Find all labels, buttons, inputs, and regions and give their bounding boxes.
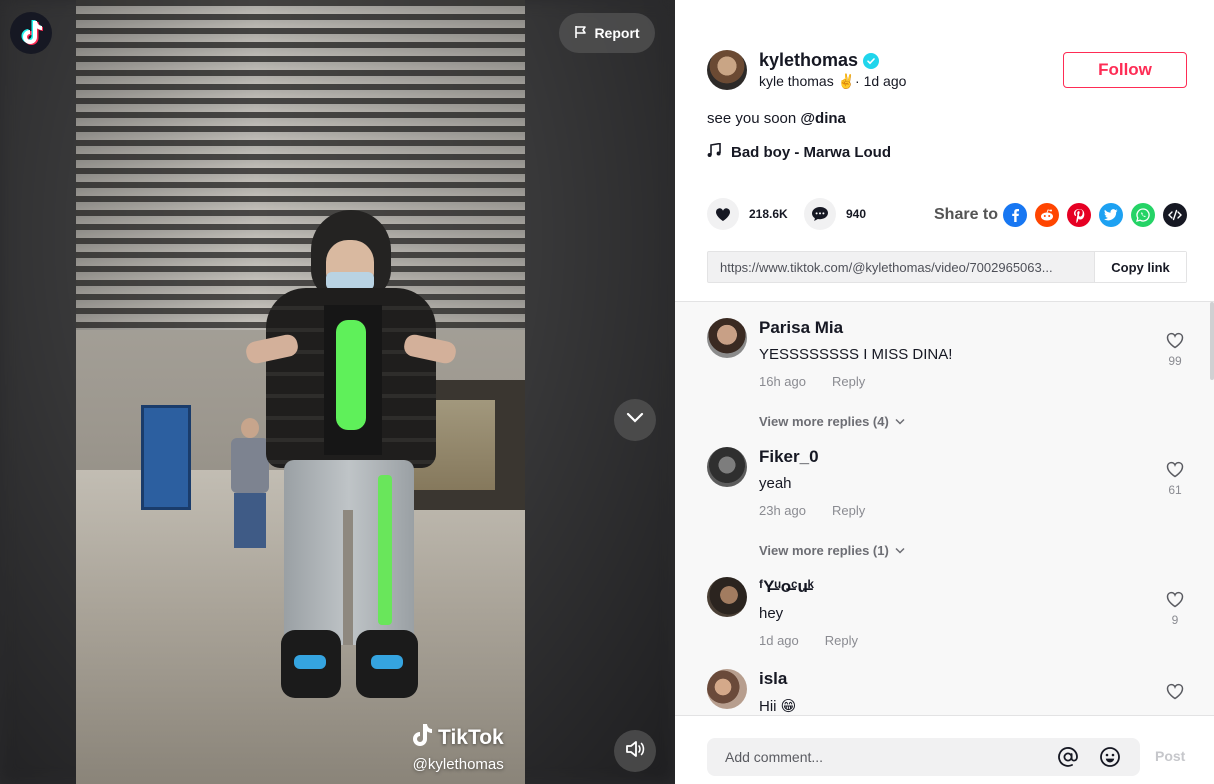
comment-time: 1d ago [759,633,799,648]
report-label: Report [594,25,640,41]
commenter-name[interactable]: Parisa Mia [759,318,843,338]
chevron-down-icon [895,547,905,554]
copy-link-button[interactable]: Copy link [1094,252,1186,282]
heart-outline-icon [1166,461,1184,478]
comment-text: YESSSSSSSS I MISS DINA! [759,346,953,363]
share-link-url[interactable]: https://www.tiktok.com/@kylethomas/video… [708,260,1094,275]
comment-like-button[interactable]: 61 [1163,461,1187,497]
view-more-label: View more replies (4) [759,414,889,429]
video-caption: see you soon @dina [707,110,846,127]
emoji-icon[interactable] [1098,745,1122,769]
flag-icon [574,25,588,42]
comment-text: hey [759,605,784,622]
comment-list-scrollbar[interactable] [1210,302,1214,380]
music-title: Bad boy - Marwa Loud [731,144,892,161]
comment-meta: 1d ago Reply [759,633,858,648]
comment-count: 940 [846,207,867,221]
post-comment-button[interactable]: Post [1155,748,1185,764]
comment-composer: Post [675,715,1214,784]
heart-outline-icon [1166,332,1184,349]
volume-button[interactable] [614,730,656,772]
author-emoji: ✌️ [837,73,856,89]
author-subline: kyle thomas ✌️· 1d ago [759,73,906,90]
whatsapp-icon[interactable] [1131,203,1155,227]
mention-at-icon[interactable] [1056,745,1080,769]
caption-mention-link[interactable]: @dina [800,110,845,127]
reply-button[interactable]: Reply [825,633,858,648]
music-link[interactable]: Bad boy - Marwa Loud [707,142,892,162]
view-more-replies-button[interactable]: View more replies (4) [759,414,905,429]
comment-like-count: 9 [1171,613,1179,627]
commenter-name[interactable]: ᶠY̶ᵘo̶ᶜu̶ᵏ [759,577,814,597]
twitter-icon[interactable] [1099,203,1123,227]
speaker-icon [625,740,645,763]
tiktok-watermark: TikTok @kylethomas [410,722,504,773]
tiktok-note-icon [410,722,434,754]
view-more-label: View more replies (1) [759,543,889,558]
share-to-label: Share to [934,206,999,223]
comment-input[interactable] [707,738,1056,776]
heart-outline-icon [1166,591,1184,608]
caption-text: see you soon [707,110,801,127]
heart-icon [707,198,739,230]
chevron-down-icon [895,418,905,425]
view-more-replies-button[interactable]: View more replies (1) [759,543,905,558]
commenter-avatar[interactable] [707,577,747,617]
watermark-handle: @kylethomas [412,756,504,773]
video-scene-atm [141,405,191,510]
reply-button[interactable]: Reply [832,503,865,518]
comment-input-wrap [707,738,1140,776]
subline-separator: · [855,73,860,89]
comment-text: yeah [759,475,792,492]
comment-button[interactable]: 940 [804,198,866,230]
comment-time: 16h ago [759,374,806,389]
chevron-down-icon [626,411,644,429]
music-note-icon [707,142,721,162]
verified-badge-icon [863,52,880,69]
comment-like-count: 99 [1168,354,1182,368]
follow-button[interactable]: Follow [1063,52,1187,88]
reddit-icon[interactable] [1035,203,1059,227]
commenter-avatar[interactable] [707,318,747,358]
commenter-name[interactable]: Fiker_0 [759,447,819,467]
video-detail-panel: kylethomas kyle thomas ✌️· 1d ago Follow… [675,0,1214,784]
tiktok-logo-icon[interactable] [10,12,52,54]
comment-text: Hii 😁 [759,698,797,715]
author-username[interactable]: kylethomas [759,50,880,71]
video-pane: TikTok @kylethomas Report [0,0,675,784]
video-player[interactable] [76,0,525,784]
report-button[interactable]: Report [559,13,655,53]
pinterest-icon[interactable] [1067,203,1091,227]
comment-meta: 16h ago Reply [759,374,865,389]
like-button[interactable]: 218.6K [707,198,788,230]
comment-bubble-icon [804,198,836,230]
comment-meta: 23h ago Reply [759,503,865,518]
reply-button[interactable]: Reply [832,374,865,389]
heart-outline-icon [1166,683,1184,700]
embed-icon[interactable] [1163,203,1187,227]
author-avatar[interactable] [707,50,747,90]
comment-like-count: 61 [1168,483,1182,497]
share-link-box: https://www.tiktok.com/@kylethomas/video… [707,251,1187,283]
watermark-brand: TikTok [438,726,504,749]
author-display-name: kyle thomas [759,73,834,89]
like-count: 218.6K [749,207,788,221]
comment-like-button[interactable]: 99 [1163,332,1187,368]
facebook-icon[interactable] [1003,203,1027,227]
next-video-button[interactable] [614,399,656,441]
video-scene-person [226,210,466,710]
commenter-avatar[interactable] [707,669,747,709]
comment-list[interactable]: Parisa Mia YESSSSSSSS I MISS DINA! 16h a… [675,301,1214,715]
post-time: 1d ago [863,73,907,89]
comment-time: 23h ago [759,503,806,518]
author-username-text: kylethomas [759,50,859,70]
commenter-name[interactable]: isla [759,669,787,689]
comment-like-button[interactable] [1163,683,1187,705]
comment-like-button[interactable]: 9 [1163,591,1187,627]
commenter-avatar[interactable] [707,447,747,487]
